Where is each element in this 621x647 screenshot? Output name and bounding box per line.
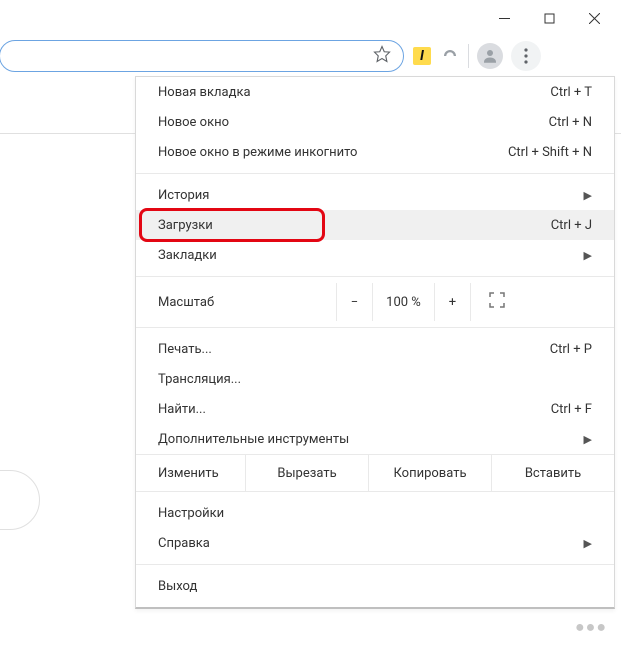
menu-print[interactable]: Печать... Ctrl + P	[136, 334, 614, 364]
menu-bookmarks[interactable]: Закладки ▶	[136, 240, 614, 270]
menu-edit-label: Изменить	[136, 455, 246, 491]
menu-separator	[136, 276, 614, 277]
menu-settings[interactable]: Настройки	[136, 498, 614, 528]
profile-avatar-icon[interactable]	[477, 43, 503, 69]
extension-icon[interactable]	[440, 46, 460, 66]
menu-item-label: Настройки	[158, 506, 224, 521]
zoom-in-button[interactable]: +	[435, 283, 471, 321]
fullscreen-button[interactable]	[471, 283, 523, 321]
menu-new-window[interactable]: Новое окно Ctrl + N	[136, 107, 614, 137]
menu-item-label: Новое окно в режиме инкогнито	[158, 145, 357, 160]
menu-cast[interactable]: Трансляция...	[136, 364, 614, 394]
main-menu-dropdown: Новая вкладка Ctrl + T Новое окно Ctrl +…	[135, 76, 615, 609]
menu-item-shortcut: Ctrl + J	[551, 218, 592, 233]
menu-item-shortcut: Ctrl + T	[550, 85, 592, 100]
resize-grip-icon: ●●●	[575, 617, 607, 637]
window-titlebar	[0, 0, 621, 36]
menu-downloads[interactable]: Загрузки Ctrl + J	[136, 210, 614, 240]
fullscreen-icon	[489, 292, 505, 312]
menu-item-label: Закладки	[158, 248, 217, 263]
menu-item-label: Выход	[158, 579, 197, 594]
menu-copy[interactable]: Копировать	[369, 455, 492, 491]
menu-item-label: Печать...	[158, 342, 212, 357]
menu-zoom-row: Масштаб − 100 % +	[136, 283, 614, 321]
menu-edit-row: Изменить Вырезать Копировать Вставить	[136, 454, 614, 492]
menu-find[interactable]: Найти... Ctrl + F	[136, 394, 614, 424]
zoom-value: 100 %	[373, 283, 435, 321]
menu-item-shortcut: Ctrl + P	[550, 342, 592, 357]
chevron-right-icon: ▶	[584, 537, 592, 550]
menu-cut[interactable]: Вырезать	[246, 455, 369, 491]
menu-history[interactable]: История ▶	[136, 180, 614, 210]
menu-item-label: Масштаб	[136, 295, 336, 310]
menu-separator	[136, 327, 614, 328]
menu-separator	[136, 564, 614, 565]
toolbar-separator	[468, 44, 469, 68]
menu-item-label: Дополнительные инструменты	[158, 432, 349, 447]
menu-incognito[interactable]: Новое окно в режиме инкогнито Ctrl + Shi…	[136, 137, 614, 167]
menu-separator	[136, 173, 614, 174]
side-button-fragment	[0, 470, 40, 530]
menu-item-label: Справка	[158, 536, 210, 551]
menu-item-label: Найти...	[158, 402, 206, 417]
menu-item-shortcut: Ctrl + N	[549, 115, 592, 130]
chevron-right-icon: ▶	[584, 433, 592, 446]
menu-item-label: Новое окно	[158, 115, 229, 130]
yandex-extension-icon[interactable]: I	[412, 46, 432, 66]
menu-exit[interactable]: Выход	[136, 571, 614, 601]
menu-item-label: Трансляция...	[158, 372, 241, 387]
menu-item-label: История	[158, 188, 209, 203]
close-button[interactable]	[572, 3, 617, 33]
bookmark-star-icon[interactable]	[373, 45, 391, 67]
menu-item-shortcut: Ctrl + Shift + N	[508, 145, 592, 160]
address-bar[interactable]	[0, 40, 404, 72]
menu-item-shortcut: Ctrl + F	[551, 402, 592, 417]
chevron-right-icon: ▶	[584, 249, 592, 262]
menu-item-label: Новая вкладка	[158, 85, 251, 100]
menu-more-tools[interactable]: Дополнительные инструменты ▶	[136, 424, 614, 454]
maximize-button[interactable]	[527, 3, 572, 33]
chevron-right-icon: ▶	[584, 189, 592, 202]
menu-help[interactable]: Справка ▶	[136, 528, 614, 558]
menu-new-tab[interactable]: Новая вкладка Ctrl + T	[136, 77, 614, 107]
menu-item-label: Загрузки	[158, 218, 213, 233]
menu-paste[interactable]: Вставить	[492, 455, 614, 491]
browser-toolbar: I	[0, 36, 621, 76]
minimize-button[interactable]	[482, 3, 527, 33]
main-menu-button[interactable]	[511, 41, 541, 71]
zoom-out-button[interactable]: −	[337, 283, 373, 321]
